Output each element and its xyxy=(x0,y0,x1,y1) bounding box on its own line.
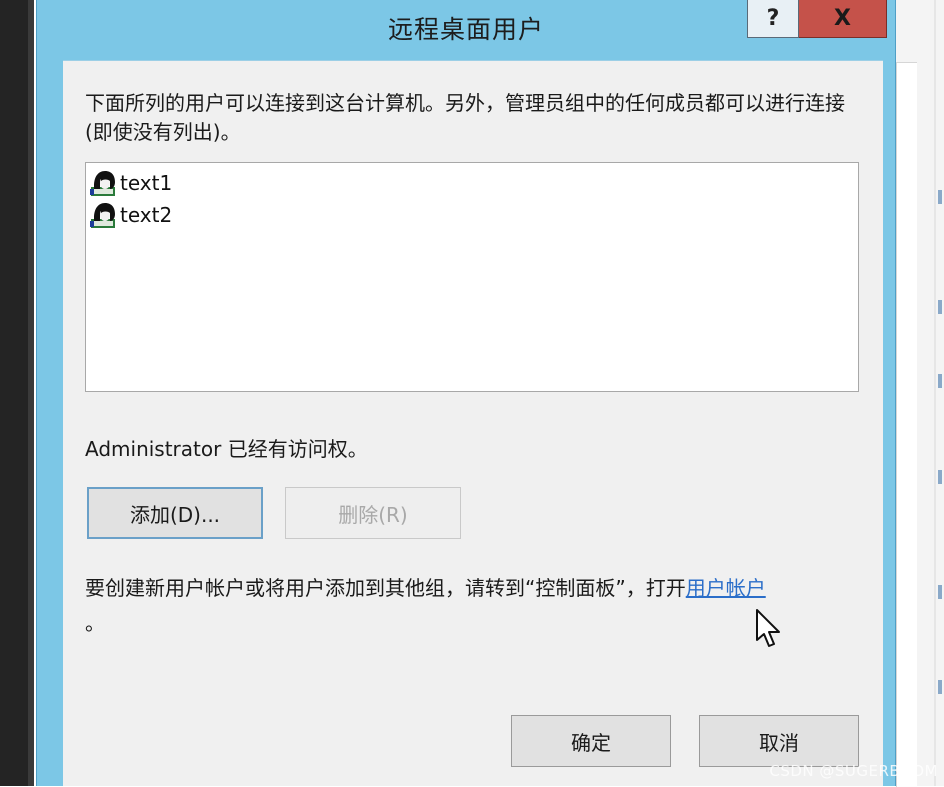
watermark-text: CSDN @SUGERBOOM xyxy=(769,762,938,780)
cancel-button[interactable]: 取消 xyxy=(699,715,859,767)
user-list-item[interactable]: text1 xyxy=(90,169,172,197)
user-icon xyxy=(90,171,115,196)
remove-button[interactable]: 删除(R) xyxy=(285,487,461,539)
background-mark xyxy=(938,190,942,204)
user-name: text2 xyxy=(120,203,173,227)
remote-desktop-users-dialog: 远程桌面用户 ? X 下面所列的用户可以连接到这台计算机。另外，管理员组中的任何… xyxy=(36,0,896,786)
close-button[interactable]: X xyxy=(799,0,887,38)
ok-button[interactable]: 确定 xyxy=(511,715,671,767)
background-right-marks xyxy=(938,0,944,786)
background-mark xyxy=(938,470,942,484)
admin-access-note: Administrator 已经有访问权。 xyxy=(85,437,368,461)
user-icon xyxy=(90,203,115,228)
user-name: text1 xyxy=(120,171,173,195)
add-button[interactable]: 添加(D)... xyxy=(87,487,263,539)
user-accounts-link[interactable]: 用户帐户 xyxy=(686,576,766,600)
background-left-edge xyxy=(28,0,34,786)
info-text-body: 要创建新用户帐户或将用户添加到其他组，请转到“控制面板”，打开 xyxy=(85,576,686,600)
dialog-content: 下面所列的用户可以连接到这台计算机。另外，管理员组中的任何成员都可以进行连接(即… xyxy=(63,60,883,786)
description-text: 下面所列的用户可以连接到这台计算机。另外，管理员组中的任何成员都可以进行连接(即… xyxy=(85,91,845,144)
background-right-panel xyxy=(896,62,917,787)
title-bar[interactable]: 远程桌面用户 ? X xyxy=(37,0,895,58)
info-text-suffix: 。 xyxy=(85,611,105,635)
background-mark xyxy=(938,374,942,388)
background-mark xyxy=(938,585,942,599)
user-list-item[interactable]: text2 xyxy=(90,201,172,229)
background-right-divider xyxy=(934,0,936,786)
background-mark xyxy=(938,680,942,694)
user-list[interactable]: text1 text2 xyxy=(85,162,859,392)
mouse-cursor-icon xyxy=(756,609,780,647)
background-mark xyxy=(938,300,942,314)
help-button[interactable]: ? xyxy=(747,0,799,38)
